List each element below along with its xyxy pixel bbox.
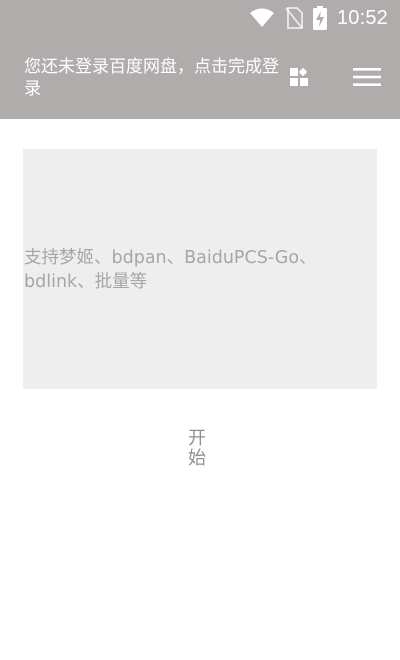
status-icons: 10:52: [249, 0, 388, 36]
no-sim-icon: [285, 7, 303, 29]
wifi-icon: [249, 8, 275, 28]
battery-charging-icon: [312, 6, 327, 30]
qr-code-button[interactable]: [284, 62, 314, 92]
start-button[interactable]: 开始: [187, 429, 207, 469]
status-bar: 10:52: [0, 0, 400, 36]
menu-button[interactable]: [348, 60, 386, 94]
status-time: 10:52: [336, 6, 388, 29]
link-input[interactable]: 支持梦姬、bdpan、BaiduPCS-Go、bdlink、批量等: [23, 149, 377, 389]
menu-icon: [353, 67, 381, 87]
login-prompt[interactable]: 您还未登录百度网盘，点击完成登录: [24, 56, 282, 100]
app-bar: 您还未登录百度网盘，点击完成登录: [0, 36, 400, 119]
link-input-placeholder: 支持梦姬、bdpan、BaiduPCS-Go、bdlink、批量等: [24, 248, 317, 292]
qr-code-icon: [289, 67, 309, 87]
